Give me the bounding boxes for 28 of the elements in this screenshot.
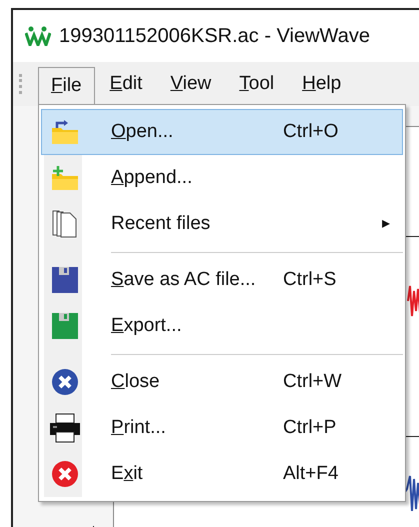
shortcut-text: Ctrl+O — [283, 120, 338, 144]
menu-item[interactable]: File — [38, 67, 95, 105]
shortcut-text: Ctrl+W — [283, 370, 342, 394]
submenu-arrow-icon: ▸ — [382, 212, 390, 236]
menu-item[interactable]: Save as AC file... Ctrl+S — [41, 257, 403, 303]
menu-item[interactable]: Recent files ▸ — [41, 201, 403, 247]
menu-item[interactable]: Edit — [96, 66, 156, 102]
close-icon — [51, 460, 79, 488]
folder-icon — [51, 119, 79, 145]
close-icon — [51, 368, 79, 396]
menu-item[interactable]: Open... Ctrl+O — [41, 109, 403, 155]
grip-icon — [19, 74, 22, 94]
folder-plus-icon — [51, 165, 79, 191]
menu-item[interactable]: View — [157, 66, 224, 102]
menu-item[interactable]: Print... Ctrl+P — [41, 405, 403, 451]
menu-item[interactable]: Help — [289, 66, 354, 102]
shortcut-text: Alt+F4 — [283, 462, 338, 486]
window-title: 199301152006KSR.ac - ViewWave — [59, 24, 370, 49]
shortcut-text: Ctrl+S — [283, 268, 336, 292]
app-logo-icon — [25, 26, 51, 46]
menu-item[interactable]: Append... — [41, 155, 403, 201]
menu-item[interactable]: Close Ctrl+W — [41, 359, 403, 405]
printer-icon — [49, 413, 81, 443]
menu-item[interactable]: Tool — [226, 66, 288, 102]
shortcut-text: Ctrl+P — [283, 416, 336, 440]
menu-item[interactable]: Exit Alt+F4 — [41, 451, 403, 497]
documents-icon — [51, 209, 79, 239]
menu-item[interactable]: Export... — [41, 303, 403, 349]
